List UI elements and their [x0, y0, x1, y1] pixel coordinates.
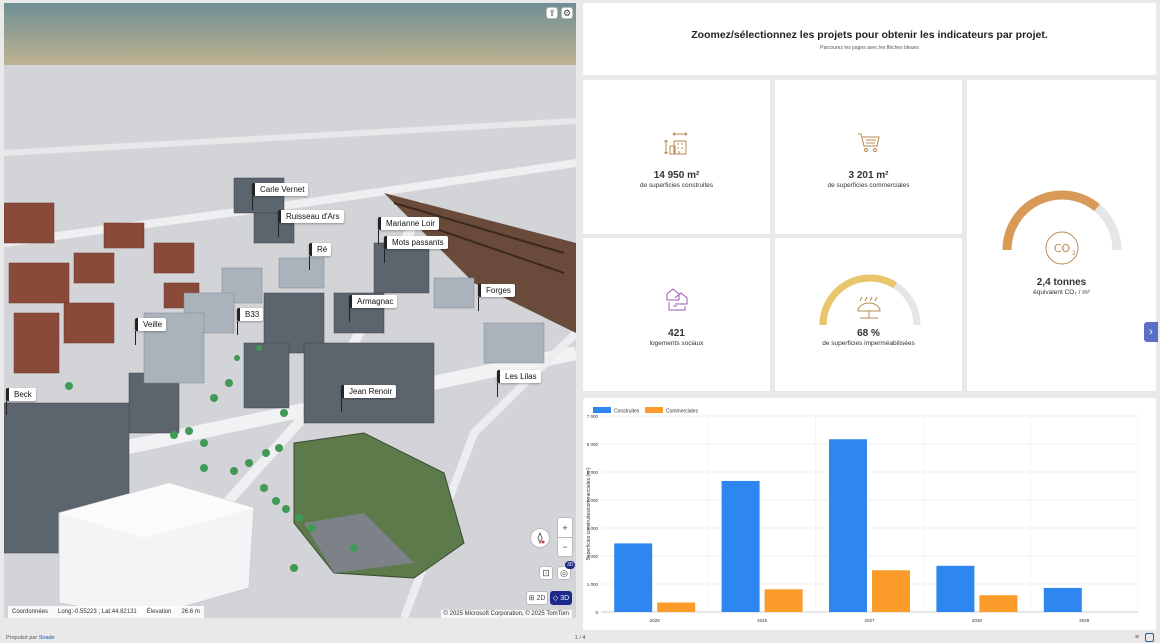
- kpi-card-social: 421 logements sociaux: [583, 238, 770, 391]
- kpi-built-label: de superficies construites: [639, 182, 714, 189]
- map-2d-icon: ⊞: [528, 595, 535, 602]
- map-label-veille[interactable]: Veille: [135, 318, 167, 345]
- map-scene[interactable]: [4, 3, 576, 618]
- chart-grid: [601, 415, 1139, 613]
- kpi-card-impermeable: 68 % de superficies imperméabilisées: [775, 238, 962, 391]
- share-icon[interactable]: ⇪: [546, 7, 558, 19]
- kpi-card-built: 14 950 m² de superficies construites: [583, 80, 770, 234]
- map-label-armagnac[interactable]: Armagnac: [349, 295, 398, 322]
- bar-commerciales-2026[interactable]: [764, 589, 803, 612]
- y-tick-label: 7 000: [587, 414, 599, 419]
- map-settings-icon[interactable]: ⚙: [561, 7, 573, 19]
- zoom-in-button[interactable]: +: [557, 517, 573, 537]
- coordinates-label: Coordonnées: [12, 609, 49, 615]
- map-label-jean-renoir[interactable]: Jean Renoir: [341, 385, 397, 412]
- kpi-co2-label: équivalent CO₂ / m²: [1033, 289, 1090, 296]
- mode-3d-button[interactable]: ◇ 3D: [550, 591, 572, 605]
- x-tick-label: 2028: [972, 618, 983, 623]
- kpi-impermeable-label: de superficies imperméabilisées: [822, 340, 915, 347]
- kpi-social-label: logements sociaux: [649, 340, 704, 347]
- svg-text:CO: CO: [1054, 242, 1071, 255]
- map-label-ruisseau-d-ars[interactable]: Ruisseau d'Ars: [278, 210, 344, 237]
- shopping-cart-icon: [858, 133, 880, 152]
- kpi-impermeable-value: 68 %: [857, 328, 880, 339]
- chart-legend[interactable]: Construites Commerciales: [593, 407, 698, 415]
- houses-icon: [666, 288, 688, 311]
- elevation-label: Élevation: [146, 609, 172, 615]
- compass-icon[interactable]: [530, 528, 550, 548]
- coordinates-value: Long:-0.55223 , Lat:44.82131: [58, 609, 137, 615]
- dashboard: Carle Vernet Ruisseau d'Ars Marianne Loi…: [0, 0, 1160, 643]
- map-3d-view[interactable]: Carle Vernet Ruisseau d'Ars Marianne Loi…: [4, 3, 576, 618]
- bar-construites-2027[interactable]: [829, 439, 867, 612]
- bar-construites-2029[interactable]: [1043, 587, 1082, 612]
- legend-label-1[interactable]: Commerciales: [666, 409, 698, 415]
- co2-icon: CO 2: [1045, 231, 1079, 265]
- mode-2d-label: 2D: [536, 594, 546, 602]
- bar-construites-2028[interactable]: [936, 565, 975, 612]
- bar-commerciales-2027[interactable]: [872, 570, 910, 612]
- mode-3d-label: 3D: [560, 594, 570, 602]
- chart-card: Construites Commerciales 01 000 2 000 3 000…: [583, 398, 1156, 630]
- x-axis-ticks: 2025 2026 2027 2028 2029: [650, 618, 1090, 623]
- badge-3d: 3D: [565, 561, 576, 569]
- bar-commerciales-2025[interactable]: [657, 602, 696, 612]
- powered-by: Propulsé par Sirade: [6, 635, 55, 641]
- street-view-icon[interactable]: ⊡: [539, 566, 553, 580]
- bar-construites-2026[interactable]: [721, 480, 760, 612]
- svg-text:2: 2: [1072, 250, 1076, 257]
- footer-icons: ≡: [1135, 633, 1154, 642]
- y-tick-label: 1 000: [587, 582, 599, 587]
- kpi-social-value: 421: [668, 328, 685, 339]
- next-page-arrow[interactable]: ›: [1144, 322, 1158, 342]
- page-subtitle: Parcourez les pages avec les flèches ble…: [820, 45, 919, 51]
- powered-by-text: Propulsé par: [6, 635, 38, 641]
- map-label-mots-passants[interactable]: Mots passants: [384, 236, 448, 263]
- mode-2d-button[interactable]: ⊞ 2D: [526, 591, 548, 605]
- x-tick-label: 2025: [650, 618, 661, 623]
- kpi-commercial-label: de superficies commerciales: [827, 182, 910, 189]
- kpi-co2-value: 2,4 tonnes: [1036, 277, 1087, 288]
- kpi-card-co2: CO 2 2,4 tonnes équivalent CO₂ / m²: [967, 80, 1156, 391]
- zoom-out-button[interactable]: −: [557, 537, 573, 557]
- building-resize-icon: [664, 132, 688, 155]
- chart-bars[interactable]: [614, 439, 1082, 612]
- page-title: Zoomez/sélectionnez les projets pour obt…: [691, 29, 1048, 41]
- rain-umbrella-icon: [857, 296, 881, 319]
- powered-by-link[interactable]: Sirade: [39, 635, 55, 641]
- kpi-card-commercial: 3 201 m² de superficies commerciales: [775, 80, 962, 234]
- fullscreen-icon[interactable]: [1145, 633, 1154, 642]
- area-bar-chart: Construites Commerciales 01 0002 0003 000…: [586, 407, 1139, 623]
- x-tick-label: 2029: [1079, 618, 1090, 623]
- legend-swatch-0[interactable]: [593, 407, 611, 413]
- header-card: Zoomez/sélectionnez les projets pour obt…: [583, 3, 1156, 75]
- coordinates-bar: Coordonnées Long:-0.55223 , Lat:44.82131…: [8, 606, 204, 618]
- map-label-forges[interactable]: Forges: [478, 284, 515, 311]
- elevation-value: 26.6 m: [181, 609, 200, 615]
- bar-construites-2025[interactable]: [614, 543, 653, 612]
- map-label-b33[interactable]: B33: [237, 308, 264, 335]
- chevron-right-icon: ›: [1149, 326, 1153, 338]
- footer: Propulsé par Sirade 1 / 4 ≡: [0, 632, 1160, 643]
- map-label-marianne-loir[interactable]: Marianne Loir: [378, 217, 439, 244]
- legend-label-0[interactable]: Construites: [614, 409, 640, 415]
- kpi-built-value: 14 950 m²: [653, 170, 700, 181]
- y-tick-label: 6 000: [587, 442, 599, 447]
- x-tick-label: 2026: [757, 618, 768, 623]
- legend-swatch-1[interactable]: [645, 407, 663, 413]
- kpi-commercial-value: 3 201 m²: [848, 170, 889, 181]
- map-label-re[interactable]: Ré: [309, 243, 332, 270]
- y-axis-label: Superficies construites/commerciales (m²…: [586, 467, 592, 560]
- bar-commerciales-2028[interactable]: [979, 595, 1018, 612]
- menu-icon[interactable]: ≡: [1135, 634, 1139, 641]
- map-label-beck[interactable]: Beck: [6, 388, 36, 415]
- map-label-les-lilas[interactable]: Les Lilas: [497, 370, 541, 397]
- map-attribution[interactable]: © 2025 Microsoft Corporation, © 2025 Tom…: [440, 610, 572, 618]
- map-label-carle-vernet[interactable]: Carle Vernet: [252, 183, 309, 210]
- page-indicator: 1 / 4: [574, 635, 586, 641]
- y-tick-label: 0: [595, 610, 598, 615]
- x-tick-label: 2027: [864, 618, 875, 623]
- cube-icon: ◇: [552, 595, 559, 602]
